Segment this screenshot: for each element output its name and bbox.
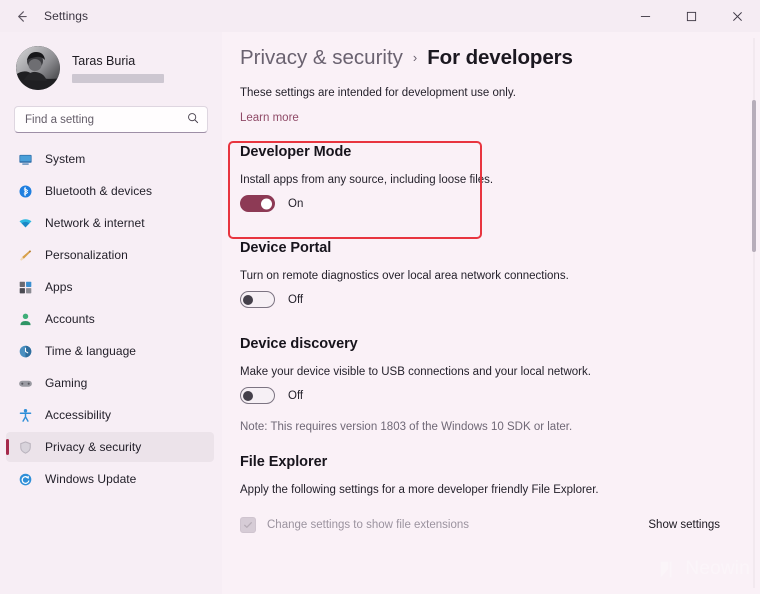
- shield-icon: [16, 438, 34, 456]
- sidebar-item-network-internet[interactable]: Network & internet: [6, 208, 214, 238]
- section-device-portal: Device Portal Turn on remote diagnostics…: [240, 240, 720, 308]
- section-title: Device discovery: [240, 336, 720, 352]
- account-block[interactable]: Taras Buria: [0, 32, 222, 94]
- person-icon: [16, 310, 34, 328]
- sidebar: Taras Buria: [0, 32, 222, 594]
- device-discovery-note: Note: This requires version 1803 of the …: [240, 421, 720, 433]
- sidebar-item-time-language[interactable]: Time & language: [6, 336, 214, 366]
- sidebar-nav: System Bluetooth & devices: [0, 144, 222, 496]
- close-button[interactable]: [714, 0, 760, 32]
- learn-more-link[interactable]: Learn more: [240, 112, 299, 124]
- search-box[interactable]: [14, 106, 208, 133]
- file-extensions-checkbox: [240, 517, 256, 533]
- toggle-knob: [243, 295, 253, 305]
- sidebar-item-label: Time & language: [45, 344, 136, 358]
- settings-window: Settings: [0, 0, 760, 594]
- gamepad-icon: [16, 374, 34, 392]
- window-controls: [622, 0, 760, 32]
- sidebar-item-label: System: [45, 152, 85, 166]
- device-portal-toggle-row: Off: [240, 291, 720, 308]
- window-body: Taras Buria: [0, 32, 760, 594]
- sidebar-item-accessibility[interactable]: Accessibility: [6, 400, 214, 430]
- monitor-icon: [16, 150, 34, 168]
- account-name: Taras Buria: [72, 54, 164, 69]
- sidebar-item-label: Windows Update: [45, 472, 136, 486]
- sidebar-item-label: Network & internet: [45, 216, 145, 230]
- developer-mode-toggle[interactable]: [240, 195, 275, 212]
- toggle-state-label: Off: [288, 390, 303, 402]
- update-icon: [16, 470, 34, 488]
- main-content: Privacy & security › For developers Thes…: [222, 32, 760, 594]
- page-title: For developers: [427, 46, 573, 70]
- section-description: Make your device visible to USB connecti…: [240, 366, 720, 378]
- breadcrumb-separator-icon: ›: [413, 50, 417, 65]
- main-scrollbar[interactable]: [752, 38, 756, 588]
- sidebar-item-system[interactable]: System: [6, 144, 214, 174]
- sidebar-item-label: Gaming: [45, 376, 87, 390]
- sidebar-item-label: Privacy & security: [45, 440, 141, 454]
- sidebar-item-personalization[interactable]: Personalization: [6, 240, 214, 270]
- account-email-redacted: [72, 74, 164, 83]
- developer-mode-toggle-row: On: [240, 195, 720, 212]
- sidebar-item-label: Bluetooth & devices: [45, 184, 152, 198]
- section-title: File Explorer: [240, 454, 720, 470]
- clock-globe-icon: [16, 342, 34, 360]
- search-area: [0, 94, 222, 133]
- maximize-button[interactable]: [668, 0, 714, 32]
- show-settings-button[interactable]: Show settings: [648, 519, 720, 531]
- device-discovery-toggle-row: Off: [240, 387, 720, 404]
- device-portal-toggle[interactable]: [240, 291, 275, 308]
- sidebar-item-label: Accounts: [45, 312, 95, 326]
- toggle-knob: [243, 391, 253, 401]
- intro-text: These settings are intended for developm…: [240, 87, 720, 99]
- account-text: Taras Buria: [72, 54, 164, 83]
- section-developer-mode: Developer Mode Install apps from any sou…: [240, 144, 720, 212]
- toggle-knob: [261, 198, 272, 209]
- device-discovery-toggle[interactable]: [240, 387, 275, 404]
- section-title: Device Portal: [240, 240, 720, 256]
- file-extensions-label: Change settings to show file extensions: [267, 519, 469, 531]
- section-description: Turn on remote diagnostics over local ar…: [240, 270, 720, 282]
- sidebar-item-gaming[interactable]: Gaming: [6, 368, 214, 398]
- breadcrumb-parent[interactable]: Privacy & security: [240, 46, 403, 70]
- section-file-explorer: File Explorer Apply the following settin…: [240, 454, 720, 533]
- title-bar: Settings: [0, 0, 760, 32]
- search-input[interactable]: [15, 107, 207, 132]
- toggle-state-label: On: [288, 198, 303, 210]
- toggle-state-label: Off: [288, 294, 303, 306]
- avatar: [16, 46, 60, 90]
- scrollbar-thumb[interactable]: [752, 100, 756, 252]
- section-description: Install apps from any source, including …: [240, 174, 720, 186]
- breadcrumb: Privacy & security › For developers: [240, 46, 720, 70]
- paintbrush-icon: [16, 246, 34, 264]
- sidebar-item-privacy-security[interactable]: Privacy & security: [6, 432, 214, 462]
- sidebar-item-bluetooth-devices[interactable]: Bluetooth & devices: [6, 176, 214, 206]
- sidebar-item-label: Personalization: [45, 248, 128, 262]
- bluetooth-icon: [16, 182, 34, 200]
- sidebar-item-windows-update[interactable]: Windows Update: [6, 464, 214, 494]
- sidebar-item-label: Accessibility: [45, 408, 111, 422]
- apps-grid-icon: [16, 278, 34, 296]
- sidebar-item-accounts[interactable]: Accounts: [6, 304, 214, 334]
- file-extensions-row: Change settings to show file extensions …: [240, 517, 720, 533]
- minimize-button[interactable]: [622, 0, 668, 32]
- section-title: Developer Mode: [240, 144, 720, 160]
- accessibility-icon: [16, 406, 34, 424]
- window-title: Settings: [44, 9, 88, 23]
- section-device-discovery: Device discovery Make your device visibl…: [240, 336, 720, 433]
- wifi-icon: [16, 214, 34, 232]
- sidebar-item-apps[interactable]: Apps: [6, 272, 214, 302]
- back-button[interactable]: [6, 2, 36, 30]
- sidebar-item-label: Apps: [45, 280, 73, 294]
- section-description: Apply the following settings for a more …: [240, 484, 720, 496]
